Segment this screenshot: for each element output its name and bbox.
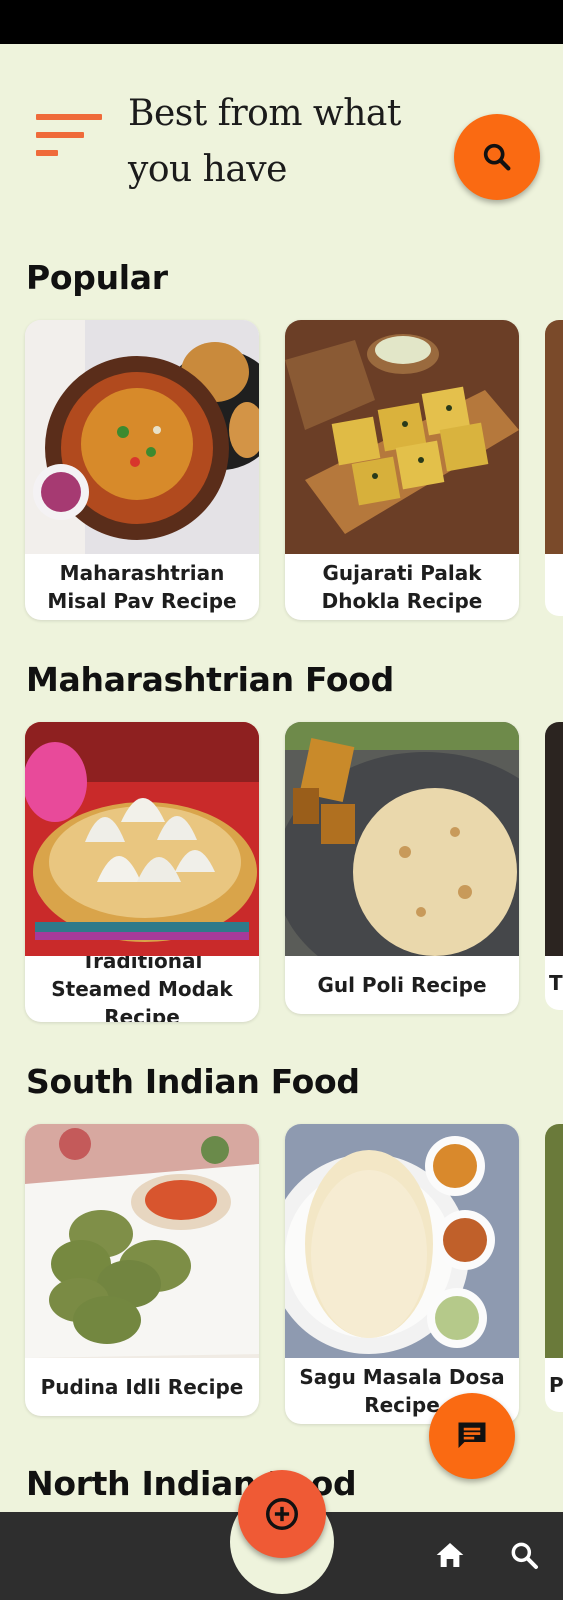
chat-icon	[458, 1422, 486, 1448]
recipe-card[interactable]: Sagu Masala Dosa Recipe	[285, 1124, 519, 1424]
palak-dhokla-photo	[285, 320, 519, 554]
add-circle-icon	[266, 1498, 298, 1530]
add-button[interactable]	[238, 1470, 326, 1558]
recipe-card-label: Maharashtrian Misal Pav Recipe	[47, 561, 237, 613]
recipe-card[interactable]: Traditional Steamed Modak Recipe	[25, 722, 259, 1022]
recipe-card[interactable]: Gul Poli Recipe	[285, 722, 519, 1014]
recipe-card-label: Traditional Steamed Modak Recipe	[51, 949, 233, 1022]
recipe-card[interactable]: Pudina Idli Recipe	[25, 1124, 259, 1416]
section-title-maharashtrian: Maharashtrian Food	[26, 660, 394, 699]
misal-pav-photo	[25, 320, 259, 554]
recipe-card-label: P	[549, 1373, 563, 1397]
recipe-card-label: Gujarati Palak Dhokla Recipe	[321, 561, 483, 613]
gul-poli-photo	[285, 722, 519, 956]
recipe-card-label: Gul Poli Recipe	[317, 973, 487, 997]
recipe-card-label: Pudina Idli Recipe	[40, 1375, 244, 1399]
section-title-south-indian: South Indian Food	[26, 1062, 360, 1101]
modak-photo	[25, 722, 259, 956]
recipe-card-peek[interactable]	[545, 320, 563, 616]
recipe-card-label: T	[549, 971, 563, 995]
pudina-idli-photo	[25, 1124, 259, 1358]
page-title: Best from what you have	[128, 93, 401, 190]
recipe-card[interactable]: Gujarati Palak Dhokla Recipe	[285, 320, 519, 620]
app-header: Best from what you have	[0, 44, 563, 214]
status-bar	[0, 0, 563, 44]
search-icon	[483, 143, 511, 171]
search-button[interactable]	[454, 114, 540, 200]
search-icon[interactable]	[504, 1535, 544, 1575]
recipe-card-peek[interactable]: P	[545, 1124, 563, 1412]
recipe-card-peek[interactable]: T	[545, 722, 563, 1010]
recipe-card[interactable]: Maharashtrian Misal Pav Recipe	[25, 320, 259, 620]
masala-dosa-photo	[285, 1124, 519, 1358]
section-title-popular: Popular	[26, 258, 168, 297]
chat-button[interactable]	[429, 1393, 515, 1479]
menu-icon[interactable]	[36, 114, 102, 160]
home-icon[interactable]	[430, 1535, 470, 1575]
